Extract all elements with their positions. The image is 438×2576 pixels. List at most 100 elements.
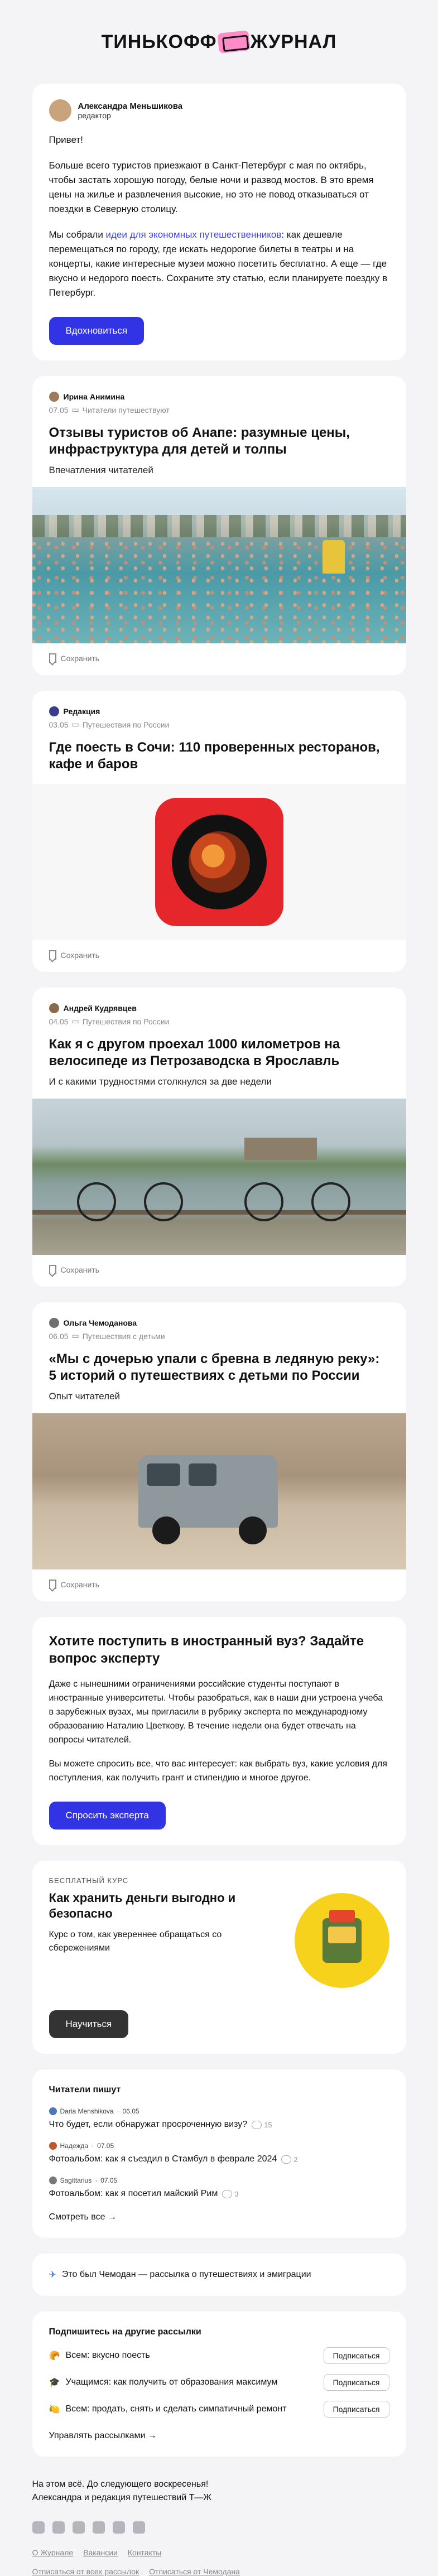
site-logo[interactable]: ТИНЬКОФФ ЖУРНАЛ <box>101 30 337 54</box>
article-section[interactable]: Путешествия по России <box>83 720 170 729</box>
ask-expert-button[interactable]: Спросить эксперта <box>49 1802 166 1829</box>
article-meta: 03.05 ▭ Путешествия по России <box>49 720 389 729</box>
folder-icon: ▭ <box>71 1017 79 1025</box>
reader-post[interactable]: Daria Menshikova · 06.05 Что будет, если о… <box>49 2107 389 2130</box>
post-title[interactable]: Что будет, если обнаружат просроченную в… <box>49 2120 248 2130</box>
twitter-icon[interactable] <box>92 2521 105 2534</box>
save-label: Сохранить <box>60 1265 100 1274</box>
folder-icon: ▭ <box>71 405 79 414</box>
comment-count: 2 <box>281 2155 297 2164</box>
author-role: редактор <box>78 110 111 120</box>
article-date: 06.05 <box>49 1331 69 1341</box>
footer-signature: Александра и редакция путешествий Т—Ж <box>32 2493 211 2502</box>
article-section[interactable]: Читатели путешествуют <box>83 406 170 415</box>
article-date: 04.05 <box>49 1017 69 1026</box>
jobs-link[interactable]: Вакансии <box>83 2548 118 2557</box>
logo-right-text: ЖУРНАЛ <box>250 31 337 52</box>
comment-count: 15 <box>252 2121 272 2129</box>
subscribe-button[interactable]: Подписаться <box>323 2374 389 2391</box>
article-card[interactable]: Ирина Анимина 07.05 ▭ Читатели путешествую… <box>32 376 406 675</box>
text-fragment: Мы собрали <box>49 229 106 240</box>
telegram-icon[interactable] <box>32 2521 45 2534</box>
beach-photo[interactable] <box>32 487 406 643</box>
avatar <box>49 99 71 122</box>
save-label: Сохранить <box>60 653 100 663</box>
unsubscribe-links: Отписаться от всех рассылок Отписаться о… <box>32 2567 406 2576</box>
bookmark-icon <box>49 950 56 960</box>
article-meta: 06.05 ▭ Путешествия с детьми <box>49 1331 389 1341</box>
article-lead: Впечатления читателей <box>49 465 153 475</box>
article-card[interactable]: Ольга Чемоданова 06.05 ▭ Путешествия с дет… <box>32 1302 406 1601</box>
article-title[interactable]: Как я с другом проехал 1000 километров н… <box>49 1036 389 1070</box>
course-title[interactable]: Как хранить деньги выгодно и безопасно <box>49 1890 283 1922</box>
article-meta: 04.05 ▭ Путешествия по России <box>49 1017 389 1026</box>
pinterest-icon[interactable] <box>132 2521 145 2534</box>
youtube-icon[interactable] <box>112 2521 125 2534</box>
footer: На этом всё. До следующего воскресенья! … <box>32 2472 406 2576</box>
subscription-label: Всем: вкусно поесть <box>65 2351 150 2360</box>
course-kicker: БЕСПЛАТНЫЙ КУРС <box>49 1876 129 1885</box>
subscription-row: 🎓 Учащимся: как получить от образования … <box>49 2374 389 2391</box>
article-title[interactable]: Где поесть в Сочи: 110 проверенных ресто… <box>49 739 389 773</box>
subscribe-button[interactable]: Подписаться <box>323 2347 389 2364</box>
article-section[interactable]: Путешествия с детьми <box>83 1332 165 1341</box>
post-title[interactable]: Фотоальбом: как я посетил майский Рим <box>49 2189 218 2199</box>
subscriptions-card: Подпишитесь на другие рассылки 🥐 Всем: в… <box>32 2312 406 2457</box>
avatar <box>49 2107 57 2115</box>
save-button[interactable]: Сохранить <box>32 1569 406 1601</box>
avatar <box>49 1003 59 1013</box>
folder-icon: ▭ <box>71 720 79 729</box>
social-links <box>32 2521 406 2534</box>
reader-post[interactable]: Надежда · 07.05 Фотоальбом: как я съездил … <box>49 2142 389 2164</box>
uaz-van-photo[interactable] <box>32 1413 406 1569</box>
save-label: Сохранить <box>60 950 100 960</box>
article-author: Андрей Кудрявцев <box>49 1003 389 1013</box>
article-title[interactable]: «Мы с дочерью упали с бревна в ледяную р… <box>49 1351 389 1384</box>
money-box-illustration <box>294 1893 389 1988</box>
post-title[interactable]: Фотоальбом: как я съездил в Стамбул в фе… <box>49 2154 277 2164</box>
intro-paragraph-2: Мы собрали идеи для экономных путешестве… <box>49 228 389 300</box>
save-button[interactable]: Сохранить <box>32 940 406 972</box>
unsubscribe-chemodan-link[interactable]: Отписаться от Чемодана <box>149 2567 240 2576</box>
article-title[interactable]: Отзывы туристов об Анапе: разумные цены,… <box>49 425 389 458</box>
article-section[interactable]: Путешествия по России <box>83 1017 170 1026</box>
article-card[interactable]: Редакция 03.05 ▭ Путешествия по России Где… <box>32 691 406 972</box>
reader-name: Надежда <box>60 2142 89 2150</box>
lemon-icon: 🍋 <box>49 2405 60 2414</box>
article-lead: И с какими трудностями столкнулся за две… <box>49 1076 272 1087</box>
inspire-button[interactable]: Вдохновиться <box>49 317 145 345</box>
article-meta: 07.05 ▭ Читатели путешествуют <box>49 405 389 415</box>
reader-name: Sagittarius <box>60 2177 92 2184</box>
manage-subscriptions-link[interactable]: Управлять рассылками → <box>49 2431 389 2441</box>
reader-post[interactable]: Sagittarius · 07.05 Фотоальбом: как я посе… <box>49 2177 389 2199</box>
food-illustration[interactable] <box>32 784 406 940</box>
unsubscribe-all-link[interactable]: Отписаться от всех рассылок <box>32 2567 139 2576</box>
article-author: Ирина Анимина <box>49 392 389 402</box>
course-description: Курс о том, как увереннее обращаться со … <box>49 1930 222 1953</box>
zen-icon[interactable] <box>72 2521 85 2534</box>
subscribe-button[interactable]: Подписаться <box>323 2401 389 2418</box>
folder-icon: ▭ <box>71 1331 79 1340</box>
save-button[interactable]: Сохранить <box>32 1255 406 1287</box>
footer-signoff: На этом всё. До следующего воскресенья! <box>32 2479 209 2489</box>
about-link[interactable]: О Журнале <box>32 2548 74 2557</box>
logo-left-text: ТИНЬКОФФ <box>101 31 217 52</box>
intro-paragraph: Больше всего туристов приезжают в Санкт-… <box>49 160 374 214</box>
avatar <box>49 1318 59 1328</box>
bicycles-photo[interactable] <box>32 1099 406 1255</box>
learn-button[interactable]: Научиться <box>49 2010 129 2038</box>
post-date: 07.05 <box>97 2142 114 2150</box>
comment-count-value: 15 <box>264 2120 272 2129</box>
save-button[interactable]: Сохранить <box>32 643 406 675</box>
intro-card: Александра Меньшикова редактор Привет! Б… <box>32 84 406 360</box>
bookmark-icon <box>49 653 56 663</box>
comment-count-value: 2 <box>293 2155 298 2164</box>
contacts-link[interactable]: Контакты <box>128 2548 161 2557</box>
see-all-link[interactable]: Смотреть все → <box>49 2212 389 2222</box>
bookmark-icon <box>49 1580 56 1589</box>
budget-ideas-link[interactable]: идеи для экономных путешественников <box>106 229 282 240</box>
vk-icon[interactable] <box>52 2521 65 2534</box>
comment-count-value: 3 <box>234 2189 239 2198</box>
article-card[interactable]: Андрей Кудрявцев 04.05 ▭ Путешествия по Ро… <box>32 988 406 1287</box>
ask-expert-title: Хотите поступить в иностранный вуз? Зада… <box>49 1634 364 1666</box>
